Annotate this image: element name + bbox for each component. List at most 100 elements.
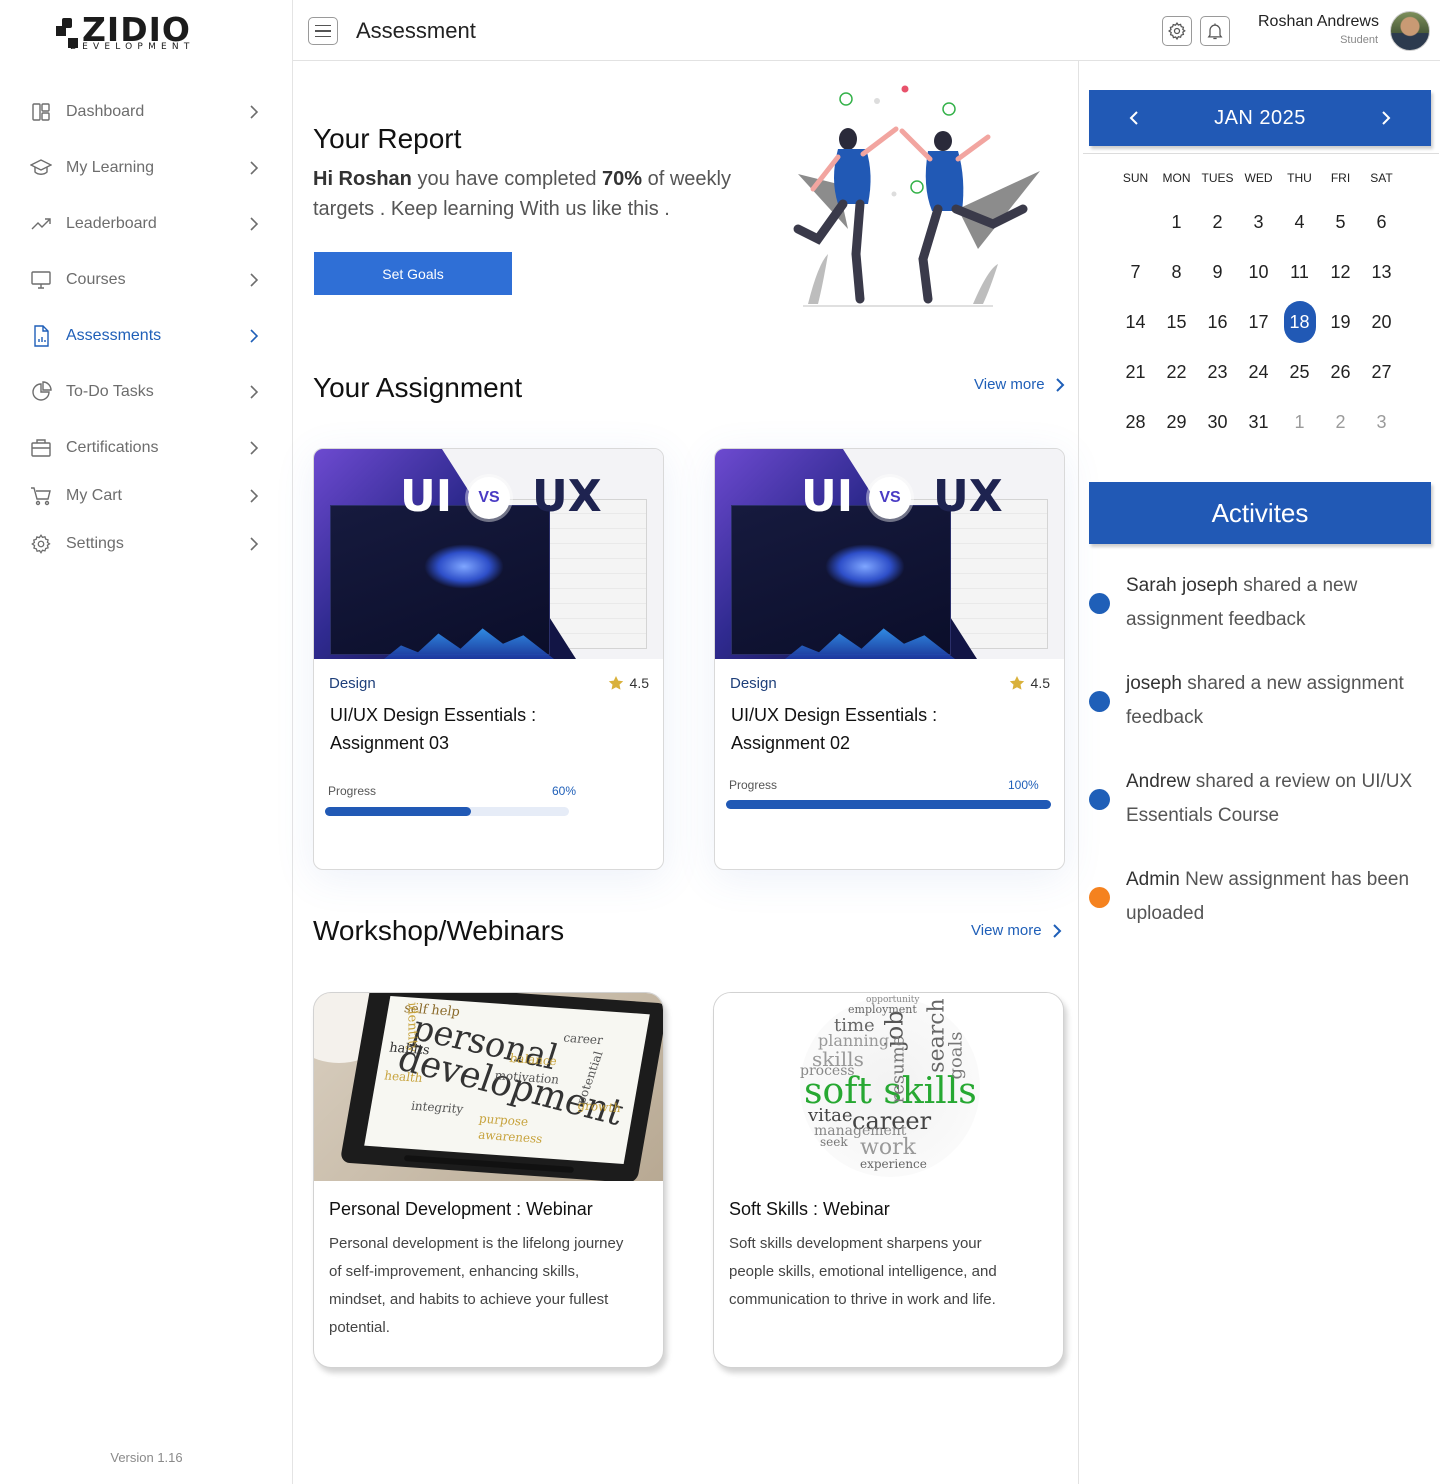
activity-text: Sarah joseph shared a new assignment fee… bbox=[1126, 575, 1358, 630]
calendar-day[interactable]: 29 bbox=[1156, 397, 1197, 447]
cart-icon bbox=[30, 485, 52, 507]
activity-item[interactable]: Andrew shared a review on UI/UX Essentia… bbox=[1089, 765, 1434, 835]
workshop-title: Personal Development : Webinar bbox=[329, 1199, 593, 1219]
sidebar-item-label: Assessments bbox=[66, 327, 162, 344]
pie-chart-icon bbox=[30, 381, 52, 403]
calendar-day-next-month[interactable]: 2 bbox=[1320, 397, 1361, 447]
calendar-day[interactable]: 11 bbox=[1279, 247, 1320, 297]
calendar-day-next-month[interactable]: 3 bbox=[1361, 397, 1402, 447]
high-five-illustration bbox=[793, 85, 1040, 307]
calendar-day[interactable]: 3 bbox=[1238, 197, 1279, 247]
calendar-weekday: WED bbox=[1244, 171, 1273, 185]
calendar-day[interactable]: 26 bbox=[1320, 347, 1361, 397]
sidebar-item-leaderboard[interactable]: Leaderboard bbox=[30, 208, 262, 240]
chevron-right-icon bbox=[250, 441, 259, 455]
briefcase-icon bbox=[30, 437, 52, 459]
calendar-day[interactable]: 22 bbox=[1156, 347, 1197, 397]
chevron-right-icon bbox=[250, 273, 259, 287]
calendar-header: JAN 2025 bbox=[1089, 90, 1431, 146]
calendar-day[interactable]: 23 bbox=[1197, 347, 1238, 397]
right-panel: JAN 2025 SUN MON TUES WED THU FRI SAT 1 2 3 4 5 6 7 8 9… bbox=[1078, 61, 1440, 1484]
assignment-card[interactable]: UI VS UX Design 4.5 UI/UX Design Essentials :… bbox=[313, 448, 664, 870]
chevron-right-icon bbox=[250, 329, 259, 343]
assignments-view-more-link[interactable]: View more bbox=[974, 376, 1065, 393]
notifications-button[interactable] bbox=[1200, 16, 1230, 46]
activity-item[interactable]: joseph shared a new assignment feedback bbox=[1089, 667, 1434, 737]
workshops-view-more-link[interactable]: View more bbox=[971, 922, 1062, 939]
chevron-right-icon bbox=[250, 105, 259, 119]
calendar-day-selected[interactable]: 18 bbox=[1279, 297, 1320, 347]
calendar-day[interactable]: 25 bbox=[1279, 347, 1320, 397]
activity-item[interactable]: Admin New assignment has been uploaded bbox=[1089, 863, 1434, 933]
calendar-day[interactable]: 24 bbox=[1238, 347, 1279, 397]
calendar-next-button[interactable] bbox=[1377, 109, 1395, 127]
workshop-description: Personal development is the lifelong jou… bbox=[329, 1235, 624, 1336]
calendar-day[interactable]: 6 bbox=[1361, 197, 1402, 247]
calendar-day[interactable]: 21 bbox=[1115, 347, 1156, 397]
sidebar: ZIDIO DEVELOPMENT Dashboard My Learning Le… bbox=[0, 0, 293, 1484]
sidebar-item-dashboard[interactable]: Dashboard bbox=[30, 96, 262, 128]
activity-text: joseph shared a new assignment feedback bbox=[1126, 673, 1404, 728]
sidebar-item-courses[interactable]: Courses bbox=[30, 264, 262, 296]
calendar-weekday: THU bbox=[1287, 171, 1312, 185]
calendar-day[interactable]: 10 bbox=[1238, 247, 1279, 297]
sidebar-item-label: Settings bbox=[66, 535, 124, 552]
calendar-day[interactable]: 19 bbox=[1320, 297, 1361, 347]
calendar-day[interactable]: 13 bbox=[1361, 247, 1402, 297]
card-category: Design bbox=[329, 675, 376, 692]
calendar-day[interactable]: 5 bbox=[1320, 197, 1361, 247]
activity-item[interactable]: Sarah joseph shared a new assignment fee… bbox=[1089, 569, 1434, 639]
calendar-day[interactable]: 28 bbox=[1115, 397, 1156, 447]
calendar-day[interactable]: 17 bbox=[1238, 297, 1279, 347]
calendar-day[interactable]: 14 bbox=[1115, 297, 1156, 347]
workshop-card[interactable]: personal development self help identity … bbox=[313, 992, 664, 1368]
calendar-day[interactable]: 31 bbox=[1238, 397, 1279, 447]
sidebar-item-my-cart[interactable]: My Cart bbox=[30, 480, 262, 512]
calendar-prev-button[interactable] bbox=[1125, 109, 1143, 127]
chevron-right-icon bbox=[250, 385, 259, 399]
calendar-day[interactable]: 20 bbox=[1361, 297, 1402, 347]
zidio-logo[interactable]: ZIDIO DEVELOPMENT bbox=[52, 10, 212, 56]
avatar[interactable] bbox=[1390, 11, 1430, 51]
calendar-day[interactable]: 2 bbox=[1197, 197, 1238, 247]
workshop-title: Soft Skills : Webinar bbox=[729, 1199, 890, 1219]
monitor-icon bbox=[30, 269, 52, 291]
sidebar-item-certifications[interactable]: Certifications bbox=[30, 432, 262, 464]
activity-actor: Admin bbox=[1126, 869, 1180, 890]
graduation-cap-icon bbox=[30, 157, 52, 179]
sidebar-item-assessments[interactable]: Assessments bbox=[30, 320, 262, 352]
star-icon bbox=[1009, 676, 1024, 690]
calendar-day[interactable]: 7 bbox=[1115, 247, 1156, 297]
calendar-weekday: MON bbox=[1162, 171, 1191, 185]
top-header: Assessment Roshan Andrews Student bbox=[293, 0, 1440, 61]
sidebar-item-settings[interactable]: Settings bbox=[30, 528, 262, 560]
calendar-weekday: SAT bbox=[1370, 171, 1393, 185]
sidebar-item-my-learning[interactable]: My Learning bbox=[30, 152, 262, 184]
menu-toggle-button[interactable] bbox=[308, 17, 338, 45]
assignments-title: Your Assignment bbox=[313, 372, 523, 403]
user-name[interactable]: Roshan Andrews bbox=[1258, 13, 1379, 31]
calendar-day[interactable]: 8 bbox=[1156, 247, 1197, 297]
calendar-day[interactable]: 15 bbox=[1156, 297, 1197, 347]
assignment-card[interactable]: UI VS UX Design 4.5 UI/UX Design Essentials :… bbox=[714, 448, 1065, 870]
calendar-day[interactable]: 27 bbox=[1361, 347, 1402, 397]
calendar-day[interactable]: 16 bbox=[1197, 297, 1238, 347]
progress-label: Progress bbox=[729, 778, 778, 792]
calendar-day[interactable]: 30 bbox=[1197, 397, 1238, 447]
workshop-card[interactable]: soft skills job search career work time … bbox=[713, 992, 1064, 1368]
calendar-day-next-month[interactable]: 1 bbox=[1279, 397, 1320, 447]
calendar-day[interactable]: 4 bbox=[1279, 197, 1320, 247]
dashboard-icon bbox=[30, 101, 52, 123]
calendar-grid: SUN MON TUES WED THU FRI SAT 1 2 3 4 5 6 7 8 9 10 11 12 13 1… bbox=[1115, 159, 1402, 447]
calendar-day[interactable]: 12 bbox=[1320, 247, 1361, 297]
calendar-day[interactable]: 1 bbox=[1156, 197, 1197, 247]
calendar-day[interactable]: 9 bbox=[1197, 247, 1238, 297]
settings-button[interactable] bbox=[1162, 16, 1192, 46]
logo-subtitle: DEVELOPMENT bbox=[70, 42, 195, 52]
progress-fill bbox=[726, 800, 1051, 809]
chevron-right-icon bbox=[250, 161, 259, 175]
sidebar-item-to-do-tasks[interactable]: To-Do Tasks bbox=[30, 376, 262, 408]
set-goals-button[interactable]: Set Goals bbox=[314, 252, 512, 295]
main-content: Your Report Hi Roshan you have completed… bbox=[293, 61, 1078, 1484]
sidebar-item-label: My Learning bbox=[66, 159, 155, 176]
